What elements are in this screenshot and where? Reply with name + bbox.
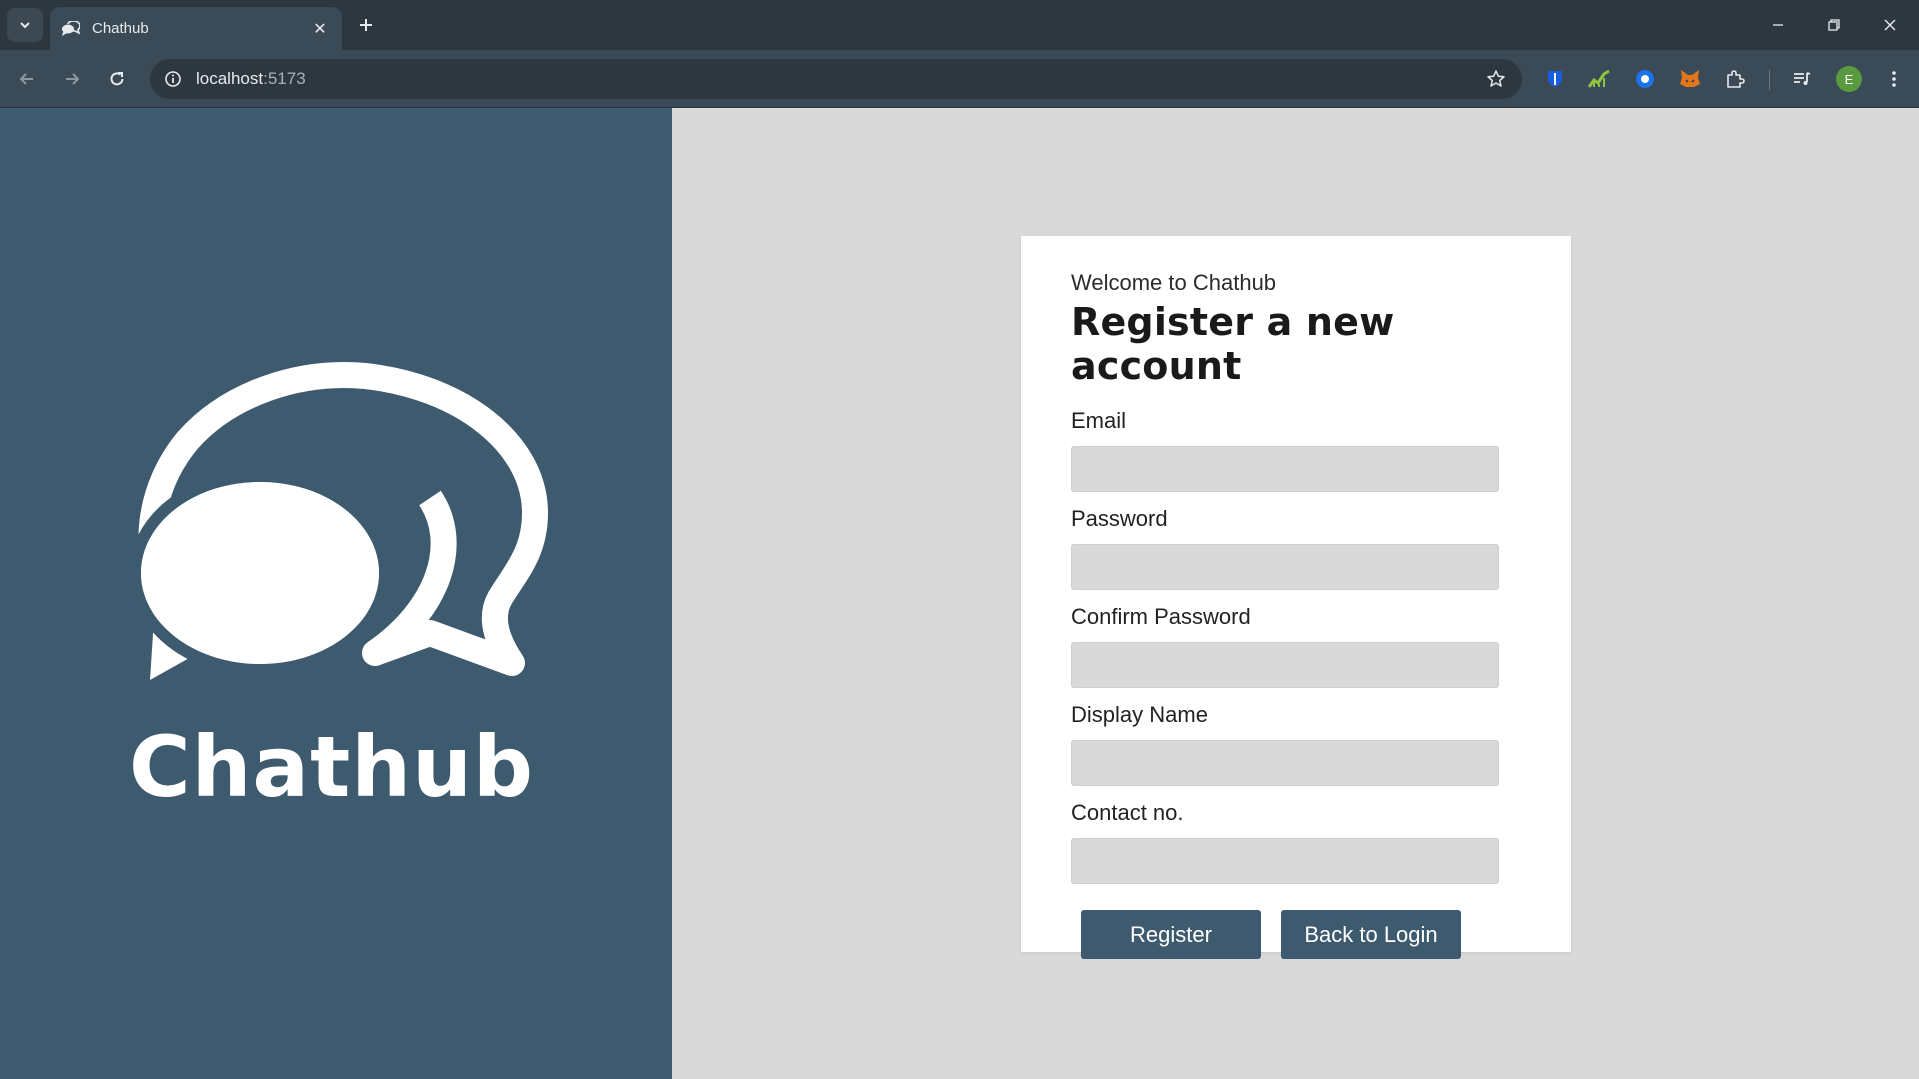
register-form-card: Welcome to Chathub Register a new accoun… xyxy=(1021,236,1571,959)
plus-icon xyxy=(360,19,372,31)
close-window-button[interactable] xyxy=(1862,0,1918,50)
display-name-field[interactable] xyxy=(1071,740,1499,786)
address-bar[interactable]: localhost:5173 xyxy=(150,59,1522,99)
url-host: localhost xyxy=(196,69,264,88)
close-icon xyxy=(1884,19,1896,31)
form-actions: Register Back to Login xyxy=(1071,910,1521,959)
tab-search-button[interactable] xyxy=(7,8,43,42)
profile-avatar[interactable]: E xyxy=(1836,66,1862,92)
confirm-password-field[interactable] xyxy=(1071,642,1499,688)
bookmark-star-icon[interactable] xyxy=(1486,69,1506,89)
brand-panel: Chathub xyxy=(0,108,672,1079)
welcome-text: Welcome to Chathub xyxy=(1071,270,1277,295)
forward-button[interactable] xyxy=(55,62,89,96)
confirm-password-label: Confirm Password xyxy=(1071,604,1251,629)
password-label: Password xyxy=(1071,506,1168,531)
contact-field[interactable] xyxy=(1071,838,1499,884)
page-title: Register a new account xyxy=(1071,300,1395,388)
register-button[interactable]: Register xyxy=(1081,910,1261,959)
browser-tabstrip: Chathub ✕ xyxy=(0,0,1919,50)
email-field[interactable] xyxy=(1071,446,1499,492)
reload-icon xyxy=(110,72,124,86)
toolbar-separator xyxy=(1769,70,1770,90)
site-info-icon[interactable] xyxy=(164,70,182,88)
chevron-down-icon xyxy=(20,22,30,29)
brand-name: Chathub xyxy=(128,718,534,816)
media-control-icon[interactable] xyxy=(1790,67,1814,91)
back-button[interactable] xyxy=(10,62,44,96)
page-content: Chathub Welcome to Chathub Register a ne… xyxy=(0,108,1919,1079)
minimize-button[interactable] xyxy=(1750,0,1806,50)
contact-label: Contact no. xyxy=(1071,800,1184,825)
email-label: Email xyxy=(1071,408,1127,433)
browser-tab[interactable]: Chathub ✕ xyxy=(50,7,342,50)
metamask-fox-icon[interactable] xyxy=(1678,67,1702,91)
new-tab-button[interactable] xyxy=(352,11,380,39)
extensions-puzzle-icon[interactable] xyxy=(1723,67,1747,91)
url-text: localhost:5173 xyxy=(196,69,306,89)
chat-bubbles-icon xyxy=(130,362,548,680)
url-port: :5173 xyxy=(263,69,306,88)
restore-icon xyxy=(1828,19,1840,31)
reload-button[interactable] xyxy=(100,62,134,96)
arrow-left-icon xyxy=(19,73,33,85)
chart-extension-icon[interactable] xyxy=(1587,67,1611,91)
arrow-right-icon xyxy=(66,73,80,85)
chathub-favicon-icon xyxy=(62,20,80,36)
bitwarden-extension-icon[interactable] xyxy=(1543,67,1567,91)
circle-extension-icon[interactable] xyxy=(1633,67,1657,91)
display-name-label: Display Name xyxy=(1071,702,1208,727)
back-to-login-button[interactable]: Back to Login xyxy=(1281,910,1461,959)
browser-toolbar: localhost:5173 E xyxy=(0,50,1919,108)
tab-title: Chathub xyxy=(92,20,149,37)
password-field[interactable] xyxy=(1071,544,1499,590)
minimize-icon xyxy=(1773,24,1783,26)
more-menu-icon[interactable] xyxy=(1882,67,1906,91)
restore-button[interactable] xyxy=(1806,0,1862,50)
tab-close-icon[interactable]: ✕ xyxy=(310,19,330,39)
